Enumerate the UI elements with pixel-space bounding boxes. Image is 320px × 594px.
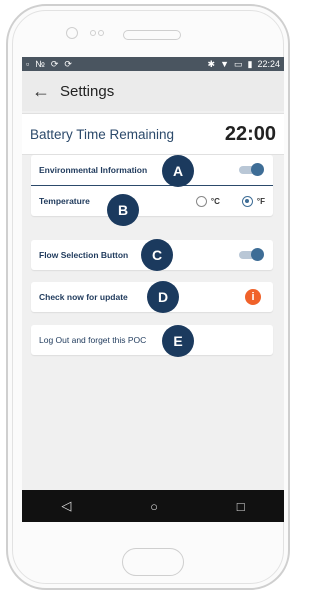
fahrenheit-radio[interactable]: °F (241, 195, 265, 207)
nav-back-icon[interactable]: ◁ (61, 498, 71, 514)
callout-marker-b: B (107, 194, 139, 226)
radio-ring-selected (241, 195, 253, 207)
toggle-knob (251, 248, 264, 261)
environmental-label: Environmental Information (39, 165, 148, 175)
nav-recents-icon[interactable]: □ (237, 499, 245, 514)
flow-toggle[interactable] (239, 248, 264, 261)
home-button[interactable] (122, 548, 184, 576)
android-nav-bar: ◁ ○ □ (22, 490, 284, 522)
front-camera (66, 27, 78, 39)
battery-icon: ▮ (247, 58, 253, 69)
update-label: Check now for update (39, 292, 128, 302)
celsius-label: °C (210, 196, 220, 206)
callout-marker-c: C (141, 239, 173, 271)
toggle-knob (251, 163, 264, 176)
signal-icon: ▭ (234, 58, 243, 69)
notification-icon: ▫ (26, 59, 30, 69)
sync-icon: ⟳ (64, 58, 72, 69)
celsius-radio[interactable]: °C (195, 195, 220, 207)
wifi-icon: ▼ (220, 59, 229, 69)
status-bar: ▫ № ⟳ ⟳ ✱ ▼ ▭ ▮ 22:24 (22, 57, 284, 71)
logout-label: Log Out and forget this POC (39, 335, 147, 345)
callout-marker-a: A (162, 155, 194, 187)
battery-time-value: 22:00 (224, 122, 276, 145)
logout-card[interactable]: Log Out and forget this POC (31, 325, 273, 355)
app-toolbar: ← Settings (22, 71, 284, 111)
callout-marker-d: D (147, 281, 179, 313)
nav-home-icon[interactable]: ○ (150, 499, 158, 514)
callout-marker-e: E (162, 325, 194, 357)
battery-time-label: Battery Time Remaining (30, 126, 175, 142)
arrow-left-icon[interactable]: ← (32, 81, 60, 102)
radio-ring (195, 195, 207, 207)
sensor-dot (98, 30, 104, 36)
info-alert-icon: i (245, 289, 261, 305)
bluetooth-icon: ✱ (207, 58, 216, 69)
page-title: Settings (60, 82, 115, 100)
app-icon: № (35, 59, 45, 69)
temperature-unit-group: °C °F (195, 195, 265, 207)
temperature-label: Temperature (39, 196, 90, 206)
earpiece-speaker (123, 30, 181, 40)
flow-label: Flow Selection Button (39, 250, 129, 260)
logout-row[interactable]: Log Out and forget this POC (31, 325, 273, 355)
temperature-row: Temperature °C °F (31, 186, 273, 216)
sensor-dot (90, 30, 96, 36)
battery-time-panel: Battery Time Remaining 22:00 (22, 113, 284, 155)
environmental-toggle[interactable] (239, 163, 264, 176)
status-time: 22:24 (257, 59, 280, 69)
app-screen: ▫ № ⟳ ⟳ ✱ ▼ ▭ ▮ 22:24 ← Settings Battery… (22, 57, 284, 522)
sync-icon: ⟳ (50, 58, 59, 69)
fahrenheit-label: °F (256, 196, 265, 206)
environment-card: Environmental Information Temperature °C… (31, 155, 273, 216)
environmental-row: Environmental Information (31, 155, 273, 185)
